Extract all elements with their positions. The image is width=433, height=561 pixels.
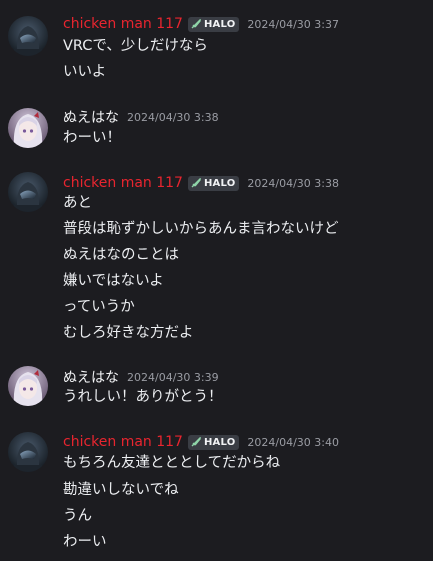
helmet-avatar[interactable] bbox=[8, 16, 48, 56]
sword-icon bbox=[191, 437, 201, 447]
chat-log: chicken man 117 HALO 2024/04/30 3:37 VRC… bbox=[0, 0, 433, 561]
author-name[interactable]: chicken man 117 bbox=[63, 16, 183, 32]
sword-icon bbox=[191, 19, 201, 29]
timestamp: 2024/04/30 3:38 bbox=[127, 110, 219, 124]
tag-label: HALO bbox=[203, 18, 236, 30]
message-text: むしろ好きな方だよ bbox=[63, 325, 194, 341]
timestamp: 2024/04/30 3:39 bbox=[127, 370, 219, 384]
author-name[interactable]: chicken man 117 bbox=[63, 434, 183, 450]
message-text: うん bbox=[63, 508, 92, 524]
anime-girl-avatar[interactable] bbox=[8, 366, 48, 406]
message-text: 普段は恥ずかしいからあんま言わないけど bbox=[63, 221, 339, 237]
helmet-avatar[interactable] bbox=[8, 172, 48, 212]
author-name[interactable]: ぬえはな bbox=[63, 107, 119, 127]
helmet-avatar[interactable] bbox=[8, 432, 48, 472]
message-text: 勘違いしないでね bbox=[63, 482, 179, 498]
timestamp: 2024/04/30 3:40 bbox=[247, 435, 340, 449]
message-text: 嫌いではないよ bbox=[63, 273, 164, 289]
message-text: ぬえはなのことは bbox=[63, 247, 179, 263]
halo-tag[interactable]: HALO bbox=[187, 16, 240, 32]
sword-icon bbox=[191, 178, 201, 188]
message-text: VRCで、少しだけなら bbox=[63, 38, 208, 54]
message-text: うれしい！ありがとう！ bbox=[63, 389, 223, 405]
timestamp: 2024/04/30 3:38 bbox=[247, 176, 340, 190]
timestamp: 2024/04/30 3:37 bbox=[247, 17, 340, 31]
tag-label: HALO bbox=[203, 436, 236, 448]
halo-tag[interactable]: HALO bbox=[187, 434, 240, 450]
message-text: わーい！ bbox=[63, 130, 121, 146]
anime-girl-avatar[interactable] bbox=[8, 108, 48, 148]
message-text: わーい bbox=[63, 534, 107, 550]
message-text: いいよ bbox=[63, 64, 107, 80]
tag-label: HALO bbox=[203, 177, 236, 189]
message-text: っていうか bbox=[63, 299, 135, 315]
halo-tag[interactable]: HALO bbox=[187, 175, 240, 191]
message-text: あと bbox=[63, 195, 92, 211]
author-name[interactable]: chicken man 117 bbox=[63, 175, 183, 191]
message-text: もちろん友達とととしてだからね bbox=[63, 455, 281, 471]
